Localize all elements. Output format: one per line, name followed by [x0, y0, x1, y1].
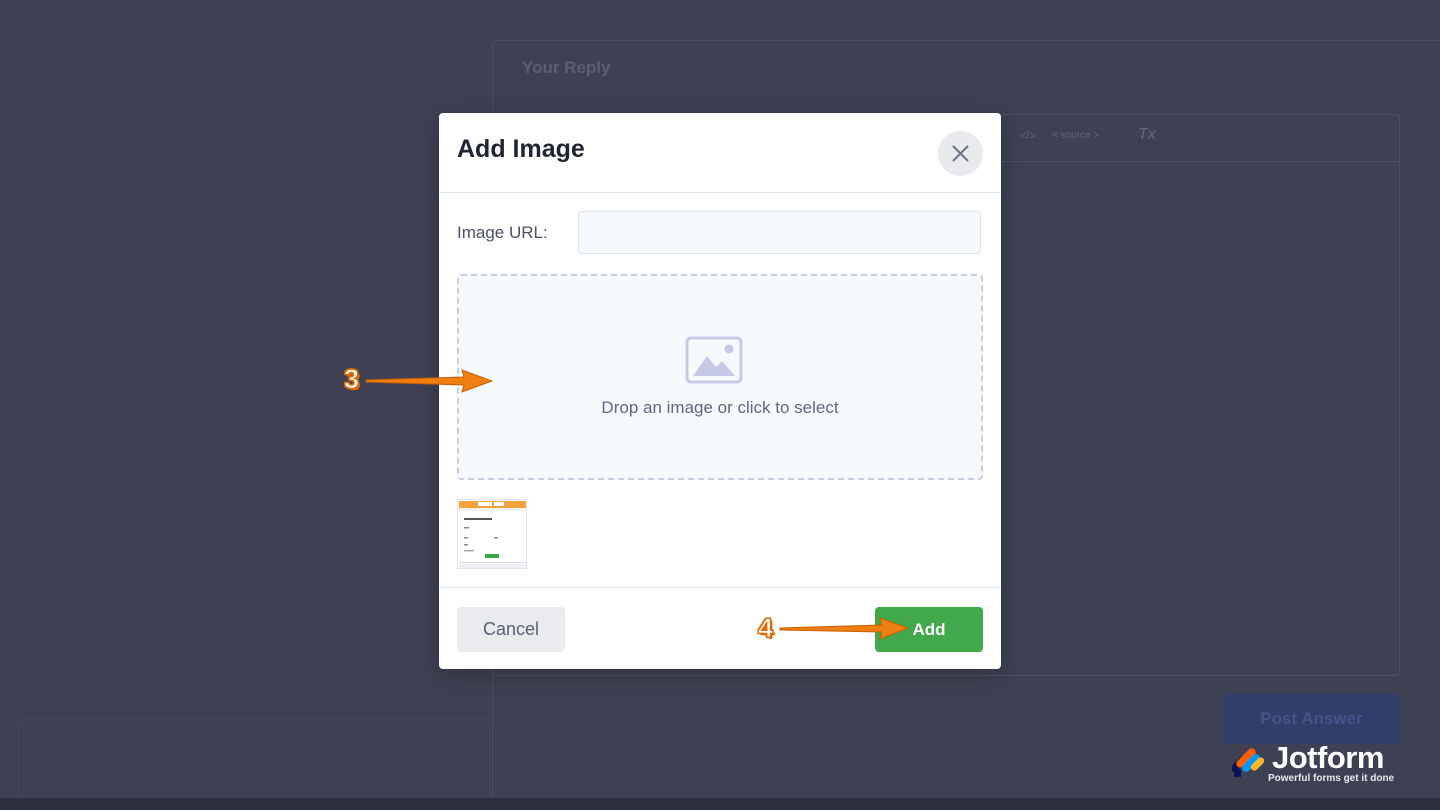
dialog-header: Add Image: [439, 113, 1001, 193]
reply-title: Your Reply: [522, 58, 611, 77]
step-4-label: 4: [757, 613, 774, 644]
left-panel: [18, 718, 490, 802]
image-placeholder-icon: [685, 336, 743, 384]
dialog-title: Add Image: [457, 135, 585, 163]
bottom-bar: [0, 798, 1440, 810]
add-image-dialog: Add Image Image URL: Drop an image or cl…: [439, 113, 1001, 669]
step-3-arrow-icon: [365, 369, 494, 393]
image-dropzone[interactable]: Drop an image or click to select: [457, 274, 983, 480]
dropzone-text: Drop an image or click to select: [601, 398, 839, 417]
source-button[interactable]: < source >: [1052, 130, 1099, 141]
dialog-footer: Cancel Add: [439, 587, 1001, 669]
step-3-label: 3: [343, 364, 360, 395]
image-url-label: Image URL:: [457, 223, 548, 242]
thumbnail-preview: [458, 500, 526, 568]
watermark-brand: Jotform: [1272, 740, 1384, 775]
clear-format-button[interactable]: Tx: [1138, 126, 1156, 144]
post-answer-button[interactable]: Post Answer: [1223, 694, 1400, 744]
step-4-arrow-icon: [779, 617, 910, 640]
close-icon: [952, 145, 969, 162]
close-button[interactable]: [938, 131, 983, 176]
watermark-tagline: Powerful forms get it done: [1268, 773, 1395, 784]
image-thumbnail[interactable]: [457, 499, 527, 569]
jotform-logo-icon: [1232, 748, 1265, 777]
cancel-button[interactable]: Cancel: [457, 607, 565, 652]
image-url-input[interactable]: [578, 211, 981, 254]
code-view-button[interactable]: </>: [1020, 130, 1036, 142]
jotform-watermark: Jotform Powerful forms get it done: [1232, 740, 1407, 790]
